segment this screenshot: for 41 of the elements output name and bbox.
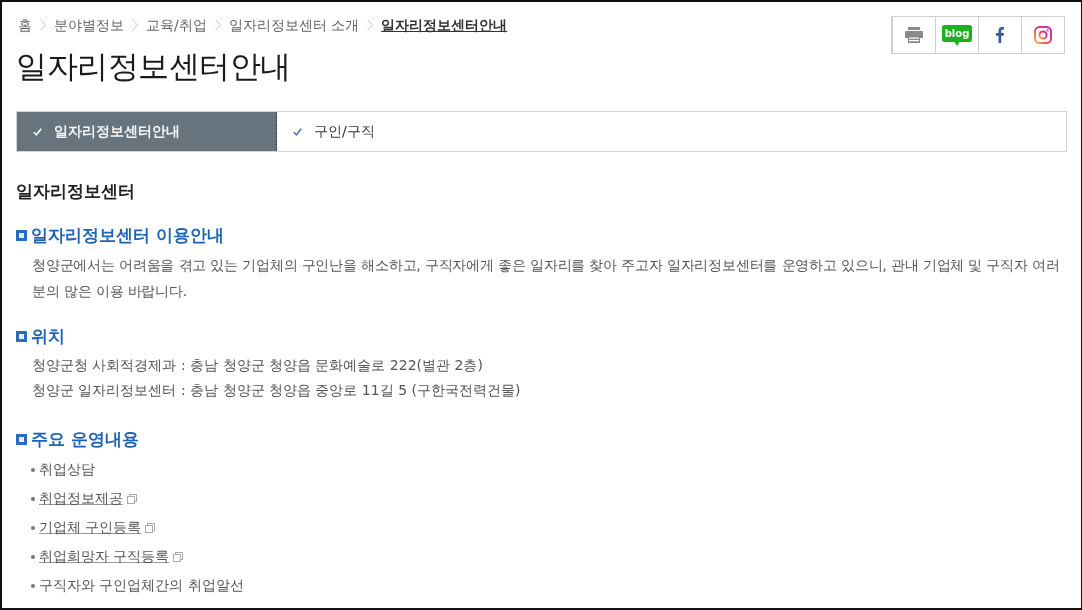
square-bullet-icon: [16, 229, 27, 241]
breadcrumb-link[interactable]: 일자리정보센터 소개: [228, 16, 360, 34]
chevron-icon: [367, 19, 374, 31]
new-window-icon: [127, 493, 137, 504]
bullet-icon: [31, 525, 35, 530]
page-title: 일자리정보센터안내: [16, 47, 292, 86]
tab[interactable]: 일자리정보센터안내: [17, 112, 277, 151]
section-heading: 주요 운영내용: [31, 428, 139, 451]
section-title: 일자리정보센터: [16, 180, 136, 203]
instagram-icon: [1034, 26, 1052, 44]
printer-icon: [905, 27, 923, 43]
check-icon: [293, 127, 302, 136]
blog-icon: blog: [942, 24, 972, 46]
address-line: 청양군청 사회적경제과 : 충남 청양군 청양읍 문화예술로 222(별관 2층): [32, 356, 484, 375]
list-link[interactable]: 기업체 구인등록: [39, 518, 142, 537]
check-icon: [33, 127, 42, 136]
list-item: 구직자와 구인업체간의 취업알선: [39, 576, 244, 595]
new-window-icon: [145, 522, 156, 533]
breadcrumb-link[interactable]: 교육/취업: [146, 16, 207, 34]
bullet-icon: [31, 496, 35, 501]
chevron-icon: [132, 19, 138, 31]
list-link[interactable]: 취업희망자 구직등록: [39, 547, 170, 566]
bullet-icon: [31, 583, 35, 588]
breadcrumb-link[interactable]: 일자리정보센터안내: [381, 16, 508, 34]
chevron-icon: [40, 19, 46, 31]
list-link[interactable]: 취업정보제공: [39, 489, 123, 508]
chevron-icon: [214, 19, 221, 31]
bullet-icon: [31, 467, 35, 472]
square-bullet-icon: [16, 330, 27, 342]
breadcrumb-link[interactable]: 분야별정보: [54, 16, 124, 34]
tab[interactable]: 구인/구직: [277, 112, 1066, 151]
address-line: 청양군 일자리정보센터 : 충남 청양군 청양읍 중앙로 11길 5 (구한국전력건물): [32, 381, 522, 400]
section-heading: 위치: [31, 325, 65, 348]
facebook-icon: [996, 27, 1004, 43]
section-heading: 일자리정보센터 이용안내: [31, 224, 224, 247]
square-bullet-icon: [16, 433, 27, 445]
list-item: 취업상담: [39, 460, 95, 479]
breadcrumb-link[interactable]: 홈: [18, 16, 32, 34]
bullet-icon: [31, 554, 35, 559]
new-window-icon: [173, 551, 184, 562]
paragraph: 청양군에서는 어려움을 겪고 있는 기업체의 구인난을 해소하고, 구직자에게 좋은 일자리를 찾아 주고자 일자리정보센터를 운영하고 있으니, 관내 기업체 및 구직자 여러분의 많은 이용 바랍니다.: [32, 256, 1061, 301]
